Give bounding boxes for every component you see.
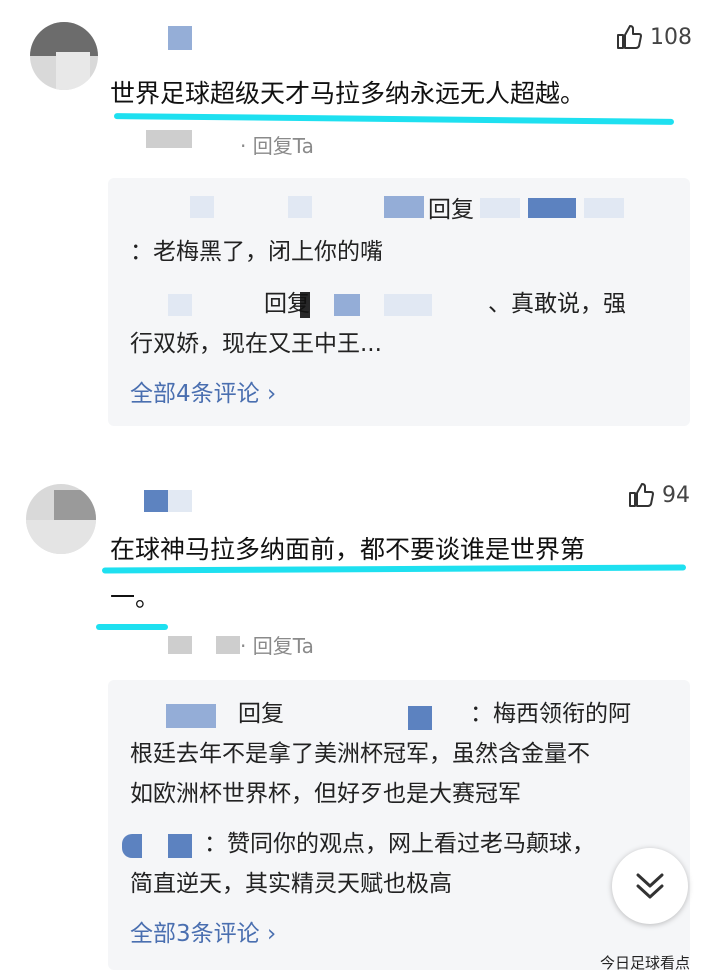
redacted-name — [190, 196, 214, 218]
double-chevron-down-icon — [636, 873, 664, 899]
highlight-underline — [96, 624, 168, 630]
username-redacted[interactable] — [144, 490, 168, 512]
redacted-name — [408, 706, 432, 730]
reply-text: 行双娇，现在又王中王... — [130, 331, 382, 357]
reply-text: ：梅西领衔的阿 — [470, 701, 631, 727]
thumbs-up-icon — [629, 483, 654, 507]
redacted-name — [300, 292, 310, 318]
reply-button[interactable]: · 回复Ta — [240, 130, 314, 159]
redacted-time — [146, 130, 192, 148]
reply-prefix: 回复 — [428, 197, 474, 223]
redacted-name — [288, 196, 312, 218]
watermark: 今日足球看点 — [600, 954, 691, 972]
reply-panel: 回复 ：梅西领衔的阿 根廷去年不是拿了美洲杯冠军，虽然含金量不 如欧洲杯世界杯，… — [108, 680, 690, 970]
reply-button[interactable]: · 回复Ta — [240, 630, 314, 659]
redacted-name — [168, 294, 192, 316]
reply-text: 、真敢说，强 — [488, 291, 626, 317]
redacted-time — [168, 636, 192, 654]
comment-text: 世界足球超级天才马拉多纳永远无人超越。 — [110, 79, 586, 108]
reply-prefix: 回复 — [238, 701, 284, 727]
scroll-down-button[interactable] — [612, 848, 688, 924]
redacted-name — [528, 198, 576, 218]
redacted-name — [168, 834, 192, 858]
like-button[interactable]: 108 — [616, 24, 692, 50]
redacted-name — [334, 294, 360, 316]
redacted-name — [480, 198, 520, 218]
redacted-name — [166, 704, 216, 728]
username-redacted[interactable] — [168, 490, 192, 512]
comment-text-continued: 一。 — [110, 583, 161, 612]
like-count: 94 — [662, 482, 690, 508]
like-button[interactable]: 94 — [628, 482, 690, 508]
reply-text: ：老梅黑了，闭上你的嘴 — [130, 239, 383, 265]
redacted-name — [384, 294, 432, 316]
redacted-name — [122, 834, 142, 858]
view-all-replies-link[interactable]: 全部4条评论 › — [130, 374, 276, 408]
avatar[interactable] — [26, 484, 96, 554]
avatar[interactable] — [30, 22, 98, 90]
reply-panel: 回复 ：老梅黑了，闭上你的嘴 回复 、真敢说，强 行双娇，现在又王中王... 全… — [108, 178, 690, 426]
like-count: 108 — [650, 24, 692, 50]
reply-text: 根廷去年不是拿了美洲杯冠军，虽然含金量不 — [130, 741, 590, 767]
redacted-time — [216, 636, 240, 654]
redacted-name — [584, 198, 624, 218]
reply-text: 如欧洲杯世界杯，但好歹也是大赛冠军 — [130, 781, 521, 807]
redacted-name — [384, 196, 424, 218]
reply-text: ：赞同你的观点，网上看过老马颠球， — [204, 831, 595, 857]
view-all-replies-link[interactable]: 全部3条评论 › — [130, 914, 276, 948]
thumbs-up-icon — [617, 25, 642, 49]
reply-text: 简直逆天，其实精灵天赋也极高 — [130, 871, 452, 897]
username-redacted[interactable] — [168, 26, 192, 50]
